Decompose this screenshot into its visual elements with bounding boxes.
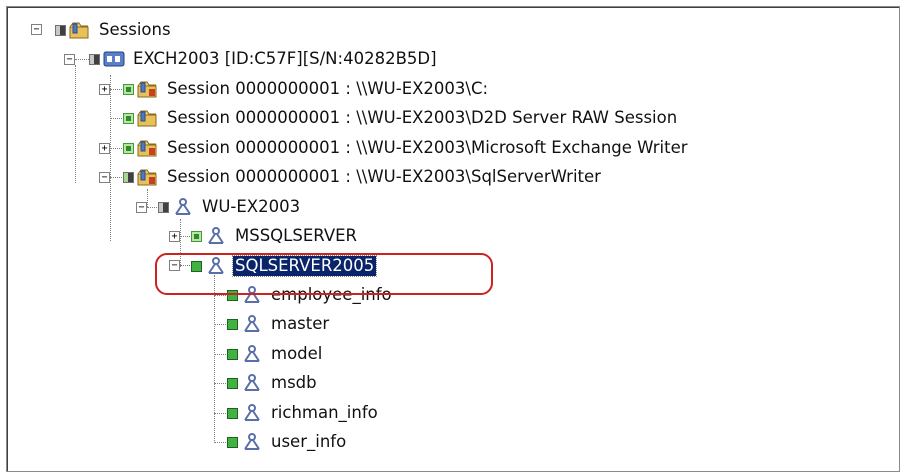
tree-node-label: richman_info bbox=[271, 403, 378, 422]
expand-toggle[interactable]: + bbox=[169, 231, 180, 242]
tree-node-database[interactable]: msdb bbox=[227, 371, 319, 395]
tree-node-label: Session 0000000001 : \\WU-EX2003\Microso… bbox=[167, 138, 688, 157]
checkbox-partial[interactable] bbox=[158, 201, 169, 213]
tree-node-database[interactable]: model bbox=[227, 342, 324, 366]
collapse-toggle[interactable]: − bbox=[136, 202, 147, 213]
tree-node-label: WU-EX2003 bbox=[202, 197, 301, 216]
tree-node-label: model bbox=[271, 344, 323, 363]
checkbox-partial[interactable] bbox=[55, 24, 66, 36]
tree-line bbox=[75, 65, 76, 183]
tree-node-database[interactable]: user_info bbox=[227, 430, 348, 454]
tree-node-session[interactable]: Session 0000000001 : \\WU-EX2003\C: bbox=[123, 77, 490, 101]
tree-node-database[interactable]: richman_info bbox=[227, 401, 380, 425]
sql-node-icon bbox=[241, 314, 263, 334]
tree-node-instance[interactable]: MSSQLSERVER bbox=[191, 224, 359, 248]
collapse-toggle[interactable]: − bbox=[31, 24, 42, 35]
checkbox-checked[interactable] bbox=[227, 407, 238, 419]
tree-node-server[interactable]: EXCH2003 [ID:C57F][S/N:40282B5D] bbox=[89, 47, 439, 71]
tree-line bbox=[110, 75, 111, 241]
tree-node-label: Session 0000000001 : \\WU-EX2003\D2D Ser… bbox=[167, 108, 678, 127]
collapse-toggle[interactable]: − bbox=[64, 54, 75, 65]
sql-node-icon bbox=[241, 344, 263, 364]
tree-node-label: master bbox=[271, 314, 330, 333]
checkbox-partial[interactable] bbox=[123, 112, 134, 124]
tree-node-label: MSSQLSERVER bbox=[235, 226, 358, 245]
tree-node-label: Session 0000000001 : \\WU-EX2003\SqlServ… bbox=[167, 167, 601, 186]
checkbox-partial[interactable] bbox=[191, 230, 202, 242]
tree-node-session[interactable]: Session 0000000001 : \\WU-EX2003\Microso… bbox=[123, 136, 690, 160]
tree-node-label: user_info bbox=[271, 432, 347, 451]
checkbox-checked[interactable] bbox=[227, 436, 238, 448]
session-folder-icon bbox=[137, 79, 159, 99]
sql-node-icon bbox=[241, 432, 263, 452]
sql-node-icon bbox=[205, 226, 227, 246]
tree-node-label: msdb bbox=[271, 373, 317, 392]
highlight-ring bbox=[155, 253, 493, 295]
session-tree-panel: − − + + − − + − Sessions EXCH2003 [ID:C5… bbox=[6, 6, 900, 472]
tree-node-label: Sessions bbox=[99, 20, 171, 39]
tree-node-session[interactable]: Session 0000000001 : \\WU-EX2003\D2D Ser… bbox=[123, 106, 679, 130]
checkbox-checked[interactable] bbox=[227, 348, 238, 360]
session-folder-icon bbox=[137, 138, 159, 158]
sql-node-icon bbox=[172, 197, 194, 217]
session-folder-icon bbox=[137, 108, 159, 128]
collapse-toggle[interactable]: − bbox=[99, 172, 110, 183]
checkbox-partial[interactable] bbox=[123, 171, 134, 183]
folder-icon bbox=[69, 20, 91, 40]
sql-node-icon bbox=[241, 403, 263, 423]
checkbox-partial[interactable] bbox=[123, 83, 134, 95]
session-folder-icon bbox=[137, 167, 159, 187]
sql-node-icon bbox=[241, 373, 263, 393]
checkbox-partial[interactable] bbox=[89, 53, 100, 65]
expand-toggle[interactable]: + bbox=[99, 143, 110, 154]
checkbox-checked[interactable] bbox=[227, 377, 238, 389]
tree-node-database[interactable]: master bbox=[227, 312, 331, 336]
tree-line bbox=[147, 189, 148, 207]
checkbox-checked[interactable] bbox=[227, 318, 238, 330]
tree-line bbox=[214, 275, 215, 443]
tree-node-session[interactable]: Session 0000000001 : \\WU-EX2003\SqlServ… bbox=[123, 165, 603, 189]
tree-node-sessions[interactable]: Sessions bbox=[55, 18, 173, 42]
tree-node-label: EXCH2003 [ID:C57F][S/N:40282B5D] bbox=[133, 49, 437, 68]
expand-toggle[interactable]: + bbox=[99, 84, 110, 95]
checkbox-partial[interactable] bbox=[123, 142, 134, 154]
tape-device-icon bbox=[103, 49, 125, 69]
tree-node-host[interactable]: WU-EX2003 bbox=[158, 195, 302, 219]
tree-node-label: Session 0000000001 : \\WU-EX2003\C: bbox=[167, 79, 489, 98]
